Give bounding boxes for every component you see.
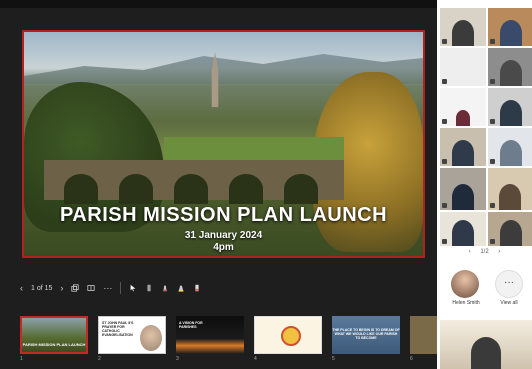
mic-icon <box>442 239 447 244</box>
slide-date: 31 January 2024 <box>184 230 263 241</box>
participant-silhouette <box>500 100 522 126</box>
slide-thumbnail[interactable]: A VISION FOR PARISHES <box>176 316 244 354</box>
page-indicator: 1 of 15 <box>31 284 53 292</box>
bridge-arch <box>64 174 98 204</box>
participant-silhouette <box>456 110 470 126</box>
participant-silhouette <box>500 20 522 46</box>
participant-video-tile[interactable] <box>488 168 532 210</box>
slide-toolbar: ‹ 1 of 15 › ··· <box>20 280 201 296</box>
slide-thumbnail[interactable]: ST JOHN PAUL II'S PRAYER FOR CATHOLIC EV… <box>98 316 166 354</box>
more-icon: ··· <box>504 277 514 288</box>
next-page-icon[interactable]: › <box>498 249 500 255</box>
pen-icon[interactable] <box>145 283 153 293</box>
window-top-strip <box>0 0 437 8</box>
participant-pager: ‹ 1/2 › <box>437 249 532 255</box>
participant-video-tile[interactable] <box>488 212 532 246</box>
participant-video-tile[interactable] <box>440 320 532 369</box>
highlighter-icon[interactable] <box>177 283 185 293</box>
participant-video-tile[interactable] <box>440 88 486 126</box>
participant-video-tile[interactable] <box>440 48 486 86</box>
participant-video-tile[interactable] <box>488 128 532 166</box>
participant-video-tile[interactable] <box>488 8 532 46</box>
thumbnail-caption: A VISION FOR PARISHES <box>179 321 203 329</box>
more-options-icon[interactable]: ··· <box>103 280 112 296</box>
copy-icon[interactable] <box>71 283 80 293</box>
slide-thumbnail[interactable] <box>410 316 437 354</box>
slide-thumbnail[interactable]: THE PLACE TO BEGIN IS TO DREAM OF WHAT W… <box>332 316 400 354</box>
slide-time: 4pm <box>213 242 234 253</box>
thumbnail-portrait <box>140 325 162 351</box>
slide-lawn <box>164 137 344 161</box>
participant-silhouette <box>452 184 474 210</box>
thumbnail-caption: THE PLACE TO BEGIN IS TO DREAM OF WHAT W… <box>332 328 400 340</box>
previous-slide-icon[interactable]: ‹ <box>20 280 23 296</box>
view-all-button[interactable]: ··· <box>495 270 523 298</box>
mic-icon <box>442 159 447 164</box>
mic-icon <box>490 203 495 208</box>
view-all-label: View all <box>500 300 518 306</box>
bridge-arch <box>229 174 263 204</box>
next-slide-icon[interactable]: › <box>60 280 63 296</box>
participant-video-tile[interactable] <box>488 48 532 86</box>
thumbnail-number: 6 <box>410 356 413 362</box>
participants-panel <box>437 0 532 369</box>
mic-icon <box>442 203 447 208</box>
mic-icon <box>442 39 447 44</box>
pager-label: 1/2 <box>480 249 489 255</box>
mic-icon <box>490 39 495 44</box>
slide-thumbnail-strip: PARISH MISSION PLAN LAUNCH 1 ST JOHN PAU… <box>20 316 437 362</box>
eraser-icon[interactable] <box>193 283 201 293</box>
grid-view-icon[interactable] <box>87 283 96 293</box>
slide-thumbnail[interactable]: PARISH MISSION PLAN LAUNCH <box>20 316 88 354</box>
participant-silhouette <box>452 20 474 46</box>
participant-video-tile[interactable] <box>440 8 486 46</box>
thumbnail-number: 5 <box>332 356 335 362</box>
mic-icon <box>442 79 447 84</box>
bridge-arch <box>284 174 318 204</box>
slide-title: PARISH MISSION PLAN LAUNCH <box>59 204 388 226</box>
pointer-icon[interactable] <box>129 283 137 293</box>
thumbnail-number: 4 <box>254 356 257 362</box>
participant-silhouette <box>500 140 522 166</box>
current-slide: PARISH MISSION PLAN LAUNCH 31 January 20… <box>22 30 425 258</box>
mic-icon <box>490 159 495 164</box>
thumbnail-number: 1 <box>20 356 23 362</box>
participant-silhouette <box>452 220 474 246</box>
participant-silhouette <box>500 220 522 246</box>
participant-silhouette <box>500 60 522 86</box>
bridge-arch <box>119 174 153 204</box>
thumbnail-diagram <box>281 326 301 346</box>
mic-icon <box>442 119 447 124</box>
participant-video-tile[interactable] <box>440 212 486 246</box>
participant-avatar[interactable] <box>451 270 479 298</box>
participant-video-tile[interactable] <box>440 168 486 210</box>
mic-icon <box>490 79 495 84</box>
participant-video-tile[interactable] <box>488 88 532 126</box>
toolbar-divider <box>120 282 122 294</box>
participant-silhouette <box>452 140 474 166</box>
bridge-arch <box>174 174 208 204</box>
presentation-stage: PARISH MISSION PLAN LAUNCH 31 January 20… <box>0 0 437 369</box>
participant-name: Helen Smith <box>452 300 480 306</box>
participant-video-tile[interactable] <box>440 128 486 166</box>
mic-icon <box>490 119 495 124</box>
previous-page-icon[interactable]: ‹ <box>469 249 471 255</box>
red-pen-icon[interactable] <box>161 283 169 293</box>
participant-silhouette <box>471 337 501 369</box>
slide-thumbnail[interactable] <box>254 316 322 354</box>
thumbnail-number: 2 <box>98 356 101 362</box>
thumbnail-caption: ST JOHN PAUL II'S PRAYER FOR CATHOLIC EV… <box>102 321 134 337</box>
thumbnail-number: 3 <box>176 356 179 362</box>
mic-icon <box>490 239 495 244</box>
participant-silhouette <box>499 184 521 210</box>
thumbnail-caption: PARISH MISSION PLAN LAUNCH <box>22 342 86 347</box>
